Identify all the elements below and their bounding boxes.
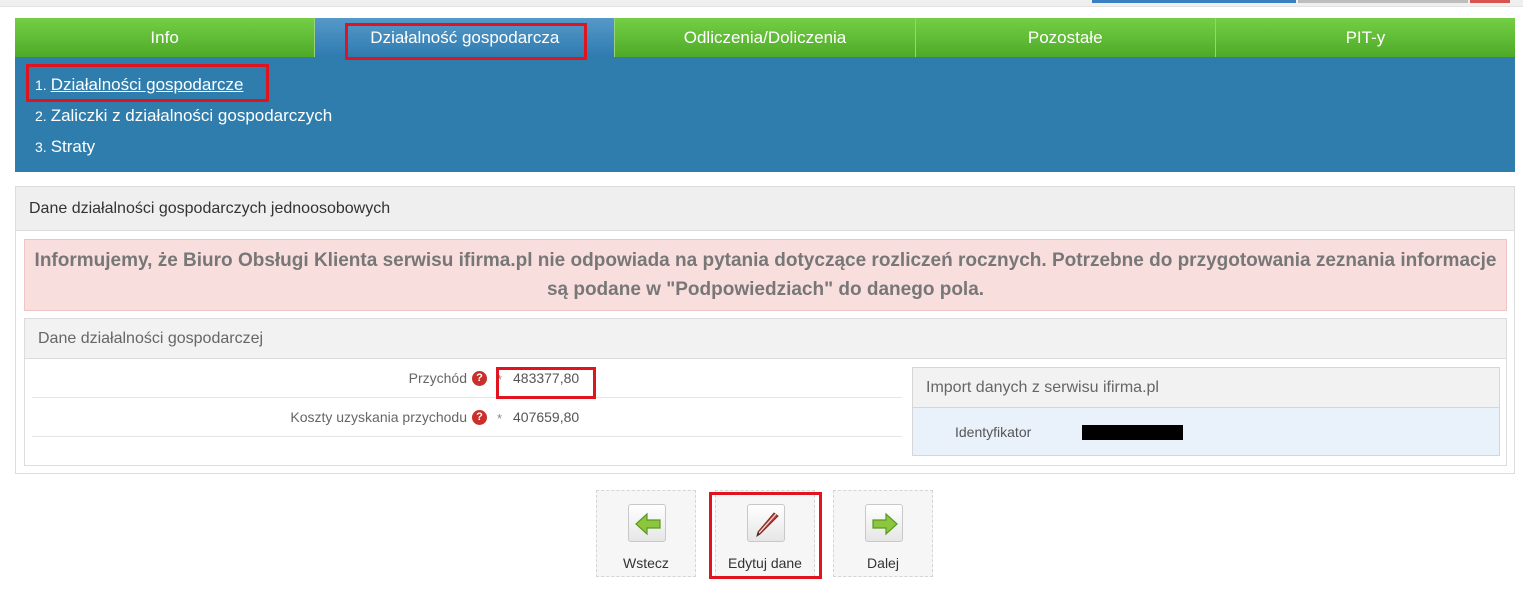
required-mark: *	[497, 372, 503, 387]
edit-data-button[interactable]: Edytuj dane	[715, 490, 815, 577]
info-alert: Informujemy, że Biuro Obsługi Klienta se…	[24, 239, 1507, 311]
subnav-link-zaliczki[interactable]: Zaliczki z działalności gospodarczych	[51, 106, 333, 125]
field-value-przychod: 483377,80	[513, 370, 580, 386]
tab-dzialalnosc-gospodarcza[interactable]: Działalność gospodarcza	[315, 18, 616, 57]
subnav-item-dzialalnosci[interactable]: 1. Działalności gospodarcze	[35, 69, 1515, 100]
subnav-item-zaliczki[interactable]: 2. Zaliczki z działalności gospodarczych	[35, 100, 1515, 131]
business-details-section: Dane działalności gospodarczej Przychód …	[24, 318, 1507, 466]
subnav-number: 3.	[35, 139, 47, 155]
arrow-right-icon	[865, 504, 903, 542]
subnav-link-dzialalnosci[interactable]: Działalności gospodarcze	[51, 75, 244, 94]
arrow-left-icon	[628, 504, 666, 542]
back-button[interactable]: Wstecz	[596, 490, 696, 577]
tab-pozostale[interactable]: Pozostałe	[915, 18, 1216, 57]
subnav-link-straty[interactable]: Straty	[51, 137, 95, 156]
tab-odliczenia-doliczenia[interactable]: Odliczenia/Doliczenia	[615, 18, 916, 57]
top-bar-red	[1470, 0, 1510, 3]
pen-icon	[747, 504, 785, 542]
field-label-koszty: Koszty uzyskania przychodu	[290, 409, 467, 425]
subnav-number: 2.	[35, 108, 47, 124]
required-mark: *	[497, 411, 503, 426]
main-tabs: Info Działalność gospodarcza Odliczenia/…	[15, 18, 1516, 57]
subnav-number: 1.	[35, 77, 47, 93]
identifier-redacted	[1082, 425, 1183, 440]
top-strip	[0, 0, 1523, 7]
field-row-przychod: Przychód ? * 483377,80	[32, 359, 902, 398]
field-value-koszty: 407659,80	[513, 409, 580, 425]
top-bar-blue	[1092, 0, 1296, 3]
subnav-item-straty[interactable]: 3. Straty	[35, 131, 1515, 162]
tab-pit-y[interactable]: PIT-y	[1215, 18, 1516, 57]
edit-data-button-label: Edytuj dane	[728, 555, 802, 571]
help-icon[interactable]: ?	[472, 371, 487, 386]
sub-navigation: 1. Działalności gospodarcze 2. Zaliczki z …	[15, 57, 1515, 172]
next-button-label: Dalej	[867, 555, 899, 571]
back-button-label: Wstecz	[623, 555, 669, 571]
identifier-label: Identyfikator	[955, 424, 1032, 440]
import-box: Import danych z serwisu ifirma.pl Identy…	[912, 367, 1500, 456]
section-title: Dane działalności gospodarczej	[25, 319, 1506, 359]
import-title: Import danych z serwisu ifirma.pl	[913, 368, 1499, 408]
business-data-panel: Dane działalności gospodarczych jednooso…	[15, 186, 1515, 474]
tab-info[interactable]: Info	[15, 18, 316, 57]
help-icon[interactable]: ?	[472, 410, 487, 425]
field-label-przychod: Przychód	[408, 370, 467, 386]
field-row-koszty: Koszty uzyskania przychodu ? * 407659,80	[32, 398, 902, 437]
next-button[interactable]: Dalej	[833, 490, 933, 577]
panel-title: Dane działalności gospodarczych jednooso…	[16, 187, 1514, 231]
top-bar-gray	[1298, 0, 1468, 3]
